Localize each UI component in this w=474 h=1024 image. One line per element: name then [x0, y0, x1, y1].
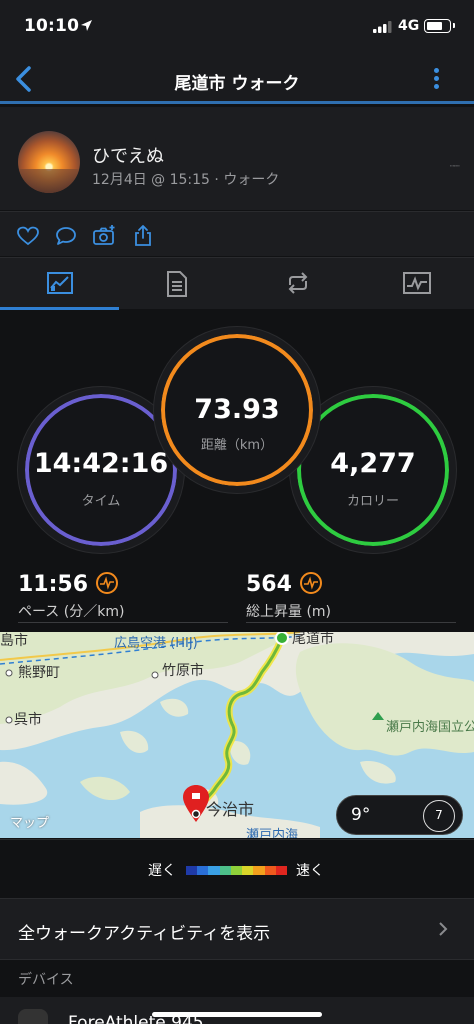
time-value: 14:42:16 — [33, 448, 169, 479]
distance-value: 73.93 — [194, 394, 280, 425]
watch-icon — [18, 1009, 48, 1024]
legend-segment-0 — [186, 866, 198, 875]
distance-label: 距離（km） — [200, 438, 274, 453]
ascent-label: 総上昇量 (m) — [246, 604, 332, 620]
ascent-chart-icon[interactable] — [299, 572, 322, 594]
map-label-8: 瀬戸内海 — [246, 828, 299, 838]
legend-segment-1 — [197, 866, 209, 875]
legend-segment-5 — [242, 866, 254, 875]
status-bar: 10:10 4G — [0, 0, 474, 56]
avatar[interactable] — [18, 131, 80, 193]
legend-fast-label: 速く — [296, 863, 324, 879]
weather-badge[interactable]: 9° 7 — [336, 795, 463, 835]
map-label-7: 今治市 — [206, 800, 255, 819]
status-time: 10:10 — [24, 16, 80, 36]
laps-repeat-icon — [288, 272, 308, 294]
location-arrow-icon — [81, 20, 92, 31]
map-label-3: 竹原市 — [162, 663, 204, 679]
map-label-5: 尾道市 — [292, 632, 334, 647]
like-heart-icon[interactable] — [16, 224, 40, 248]
comment-icon[interactable] — [54, 224, 78, 248]
device-row[interactable]: ForeAthlete 945 — [0, 997, 474, 1024]
map-label-1: 熊野町 — [18, 665, 60, 681]
activity-meta: 12月4日 @ 15:15 · ウォーク — [92, 172, 280, 188]
map-label-2: 呉市 — [14, 712, 42, 728]
signal-icon — [373, 21, 392, 33]
calories-label: カロリー — [346, 494, 399, 509]
legend-segment-6 — [253, 866, 265, 875]
share-icon[interactable] — [131, 224, 155, 248]
action-bar — [0, 211, 474, 256]
header-menu-icon[interactable]: ┈┈ — [450, 162, 460, 172]
devices-section-label: デバイス — [18, 972, 74, 988]
pace-stat: 11:56 ペース (分／km) — [18, 572, 124, 621]
legend-segment-7 — [264, 866, 276, 875]
all-activities-label: 全ウォークアクティビティを表示 — [18, 924, 271, 944]
tab-bar — [0, 257, 474, 310]
legend-slow-label: 遅く — [148, 863, 176, 879]
weather-temperature: 9° — [351, 805, 371, 825]
tab-overview[interactable] — [0, 258, 119, 310]
legend-color-bar — [186, 866, 287, 875]
stats-panel: 14:42:16 タイム 4,277 カロリー 73.93 距離（km） 11:… — [0, 310, 474, 632]
legend-segment-8 — [275, 866, 287, 875]
pace-value: 11:56 — [18, 572, 89, 597]
legend-segment-3 — [219, 866, 231, 875]
legend-segment-4 — [230, 866, 243, 875]
map-label-0: 島市 — [0, 633, 28, 649]
tab-details[interactable] — [119, 258, 238, 310]
details-list-icon — [166, 271, 187, 297]
tab-charts[interactable] — [356, 258, 474, 310]
legend-segment-2 — [208, 866, 220, 875]
charts-icon — [402, 272, 431, 294]
pace-legend: 遅く 速く — [0, 839, 474, 897]
calories-value: 4,277 — [330, 448, 416, 479]
user-name[interactable]: ひでえぬ — [92, 142, 164, 168]
pace-chart-icon[interactable] — [96, 572, 119, 594]
map-label-4: 広島空港 (HIJ) — [114, 636, 198, 651]
overview-icon — [47, 272, 73, 294]
ascent-value: 564 — [246, 572, 292, 597]
add-photo-icon[interactable] — [92, 224, 116, 248]
map-label-6: 瀬戸内海国立公 — [386, 720, 474, 735]
page-title: 尾道市 ウォーク — [174, 74, 300, 94]
network-type: 4G — [398, 18, 420, 34]
navigation-bar: 尾道市 ウォーク — [0, 56, 474, 104]
ascent-divider — [246, 622, 456, 623]
time-label: タイム — [81, 494, 121, 509]
activity-header: ひでえぬ 12月4日 @ 15:15 · ウォーク ┈┈ — [0, 107, 474, 210]
battery-icon — [424, 19, 455, 33]
pace-label: ペース (分／km) — [18, 604, 125, 620]
pace-divider — [18, 622, 228, 623]
home-indicator[interactable] — [152, 1012, 322, 1017]
all-activities-row[interactable]: 全ウォークアクティビティを表示 — [0, 898, 474, 960]
chevron-right-icon — [439, 922, 448, 936]
ascent-stat: 564 総上昇量 (m) — [246, 572, 331, 621]
tab-laps[interactable] — [237, 258, 356, 310]
more-options-icon[interactable] — [426, 66, 446, 94]
apple-maps-logo: マップ — [10, 816, 50, 831]
distance-ring: 73.93 距離（km） — [154, 327, 320, 493]
wind-speed: 7 — [423, 800, 455, 832]
